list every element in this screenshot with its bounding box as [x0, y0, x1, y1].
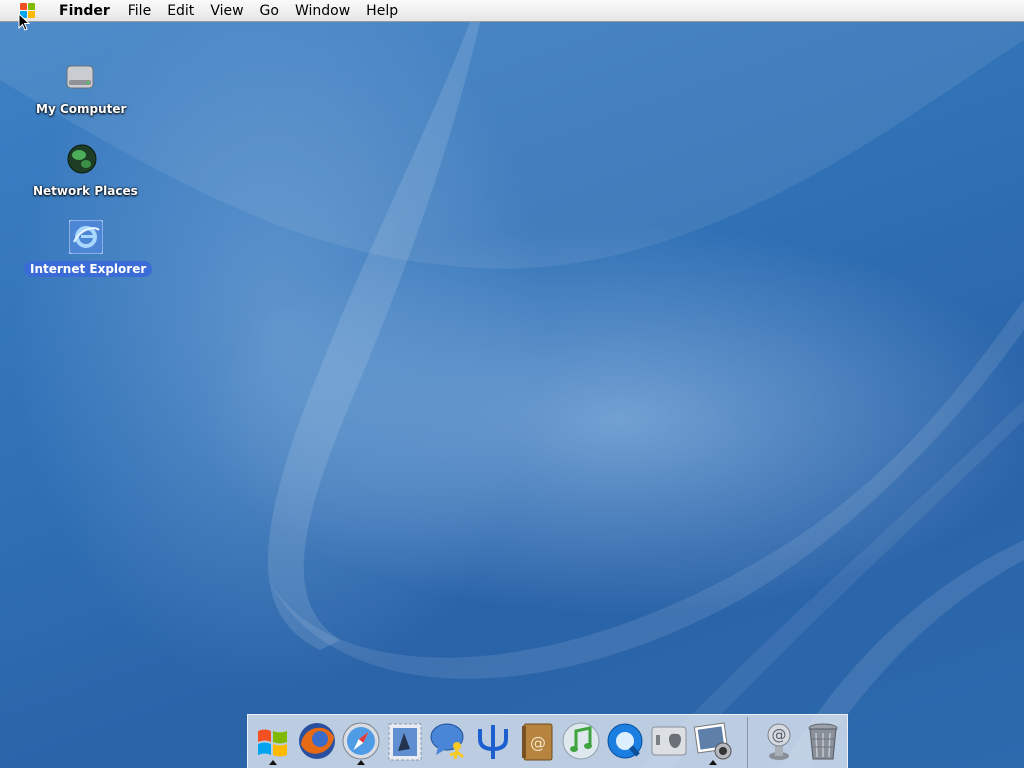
dock-item-system-preferences[interactable]	[648, 719, 690, 763]
running-indicator	[709, 760, 717, 765]
desktop-icon-internet-explorer[interactable]: Internet Explorer	[24, 219, 153, 277]
svg-text:@: @	[530, 733, 546, 752]
desktop-icon-label: My Computer	[36, 102, 127, 116]
dock-item-firefox[interactable]	[296, 719, 338, 763]
system-preferences-icon	[651, 726, 687, 756]
dock-item-address-book[interactable]: @	[516, 719, 558, 763]
windows-start-icon	[258, 729, 287, 757]
desktop-icon-label: Network Places	[33, 184, 138, 198]
mail-stamp-icon	[388, 723, 422, 761]
dock-item-email-folder[interactable]: @	[758, 719, 800, 763]
dock-item-ichat[interactable]	[428, 719, 470, 763]
globe-icon	[65, 142, 99, 176]
desktop-icon-label: Internet Explorer	[24, 261, 153, 277]
firefox-icon	[299, 723, 335, 759]
menu-bar: Finder File Edit View Go Window Help	[0, 0, 1024, 22]
safari-compass-icon	[342, 722, 380, 760]
desktop-background	[0, 0, 1024, 768]
dock-separator	[747, 717, 748, 768]
iphoto-icon	[693, 722, 732, 760]
trash-icon	[808, 723, 838, 760]
dock-item-quicktime[interactable]	[604, 719, 646, 763]
internet-explorer-icon	[68, 219, 104, 255]
menu-edit[interactable]: Edit	[159, 0, 202, 22]
address-book-icon: @	[522, 723, 553, 761]
dock-item-psi[interactable]	[472, 719, 514, 763]
dock-item-safari[interactable]	[340, 719, 382, 765]
dock-item-trash[interactable]	[802, 719, 844, 763]
menu-help[interactable]: Help	[358, 0, 406, 22]
hard-drive-icon	[63, 60, 97, 94]
menu-app-name[interactable]: Finder	[47, 0, 120, 22]
itunes-icon	[562, 722, 600, 760]
ichat-icon	[430, 723, 464, 760]
desktop-icon-my-computer[interactable]: My Computer	[30, 60, 130, 117]
dock-item-mail[interactable]	[384, 719, 426, 763]
dock-item-itunes[interactable]	[560, 719, 602, 763]
menu-go[interactable]: Go	[252, 0, 287, 22]
quicktime-icon	[607, 723, 643, 759]
menu-file[interactable]: File	[120, 0, 159, 22]
dock: @ @	[247, 714, 848, 768]
desktop-icon-network-places[interactable]: Network Places	[27, 142, 138, 199]
running-indicator	[269, 760, 277, 765]
menu-view[interactable]: View	[202, 0, 251, 22]
running-indicator	[357, 760, 365, 765]
dock-item-windows[interactable]	[252, 719, 294, 765]
email-at-icon: @	[767, 723, 791, 760]
svg-text:@: @	[772, 726, 787, 744]
menu-window[interactable]: Window	[287, 0, 358, 22]
aqua-swoosh-graphic	[0, 0, 1024, 768]
dock-item-iphoto[interactable]	[692, 719, 734, 765]
mouse-pointer-icon	[18, 13, 30, 31]
psi-icon	[478, 725, 508, 759]
